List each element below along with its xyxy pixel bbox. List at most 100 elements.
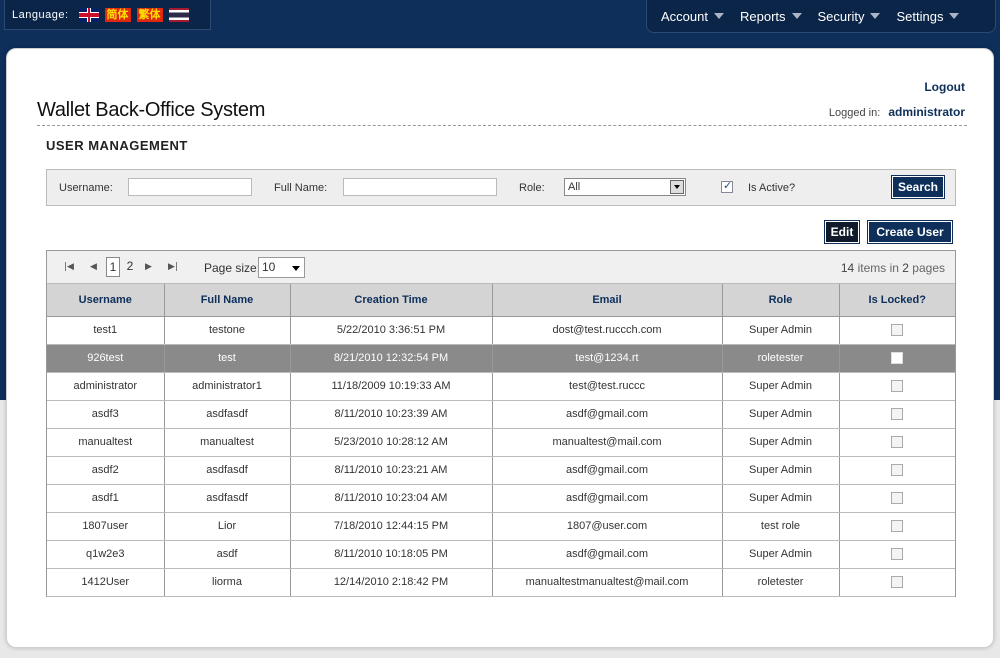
nav-account-label: Account <box>661 8 708 24</box>
table-row[interactable]: q1w2e3 asdf 8/11/2010 10:18:05 PM asdf@gmai… <box>47 540 955 569</box>
col-username[interactable]: Username <box>47 284 165 317</box>
cell-username: asdf3 <box>47 400 165 429</box>
search-button[interactable]: Search <box>891 175 945 199</box>
cell-full-name: asdf <box>164 540 291 569</box>
english-flag-icon[interactable] <box>78 7 99 22</box>
cell-email: asdf@gmail.com <box>492 484 723 513</box>
page-1-link[interactable]: 1 <box>106 257 120 277</box>
page-2-link[interactable]: 2 <box>125 257 135 277</box>
top-nav: Account Reports Security Settings <box>646 0 996 33</box>
nav-account[interactable]: Account <box>661 9 724 24</box>
cell-email: manualtest@mail.com <box>492 428 723 457</box>
cell-email: test@test.ruccc <box>492 372 723 401</box>
next-page-icon[interactable]: ▶ <box>145 262 155 272</box>
first-page-icon[interactable]: |◀ <box>64 262 74 272</box>
cell-full-name: manualtest <box>164 428 291 457</box>
nav-settings[interactable]: Settings <box>896 8 960 24</box>
page-size-select[interactable]: 10 <box>258 257 305 278</box>
create-user-button[interactable]: Create User <box>867 220 953 244</box>
is-locked-checkbox[interactable] <box>891 576 904 589</box>
is-locked-checkbox[interactable] <box>891 464 904 477</box>
cell-creation-time: 12/14/2010 2:18:42 PM <box>290 568 493 597</box>
is-locked-checkbox[interactable] <box>891 548 904 561</box>
is-locked-checkbox[interactable] <box>891 492 904 505</box>
cell-username: 1412User <box>47 568 165 597</box>
cell-username: asdf1 <box>47 484 165 513</box>
users-grid: |◀ ◀ 1 2 ▶ ▶| Page size: 10 14 items in … <box>46 250 956 597</box>
cell-role: roletester <box>722 344 840 373</box>
cell-is-locked <box>839 456 955 485</box>
cell-full-name: testone <box>164 316 291 345</box>
logged-in-user[interactable]: administrator <box>888 105 965 119</box>
language-bar: Language: 简体 繁体 <box>4 0 211 30</box>
logged-in-label: Logged in: <box>828 107 881 119</box>
is-locked-checkbox[interactable] <box>891 408 904 421</box>
table-row[interactable]: asdf3 asdfasdf 8/11/2010 10:23:39 AM asdf@g… <box>47 400 955 429</box>
cell-email: asdf@gmail.com <box>492 400 723 429</box>
nav-reports[interactable]: Reports <box>740 9 802 24</box>
pager-info: 14 items in 2 pages <box>841 261 945 275</box>
col-full-name[interactable]: Full Name <box>164 284 291 317</box>
total-pages: 2 <box>902 261 909 275</box>
is-locked-checkbox[interactable] <box>891 324 904 337</box>
table-row[interactable]: test1 testone 5/22/2010 3:36:51 PM dost@tes… <box>47 316 955 345</box>
col-email[interactable]: Email <box>492 284 723 317</box>
search-panel: Username: Full Name: Role: All Is Active… <box>46 169 956 206</box>
cell-creation-time: 8/11/2010 10:23:21 AM <box>290 456 493 485</box>
is-active-checkbox[interactable] <box>721 179 733 193</box>
table-row[interactable]: 926test test 8/21/2010 12:32:54 PM test@123… <box>47 344 955 373</box>
cell-role: Super Admin <box>722 428 840 457</box>
fullname-input[interactable] <box>343 178 497 196</box>
col-is-locked[interactable]: Is Locked? <box>839 284 955 317</box>
cell-email: 1807@user.com <box>492 512 723 541</box>
cell-email: test@1234.rt <box>492 344 723 373</box>
table-row[interactable]: asdf2 asdfasdf 8/11/2010 10:23:21 AM asdf@g… <box>47 456 955 485</box>
cell-is-locked <box>839 428 955 457</box>
table-header-row: Username Full Name Creation Time Email R… <box>47 284 955 317</box>
cell-username: q1w2e3 <box>47 540 165 569</box>
table-row[interactable]: 1412User liorma 12/14/2010 2:18:42 PM manua… <box>47 568 955 597</box>
is-locked-checkbox[interactable] <box>891 380 904 393</box>
nav-settings-label: Settings <box>896 8 944 24</box>
table-row[interactable]: manualtest manualtest 5/23/2010 10:28:12 A… <box>47 428 955 457</box>
cell-username: administrator <box>47 372 165 401</box>
role-label: Role: <box>519 182 545 194</box>
page-size-value: 10 <box>262 260 276 274</box>
nav-security[interactable]: Security <box>818 9 881 24</box>
cell-role: Super Admin <box>722 540 840 569</box>
is-locked-checkbox[interactable] <box>891 520 904 533</box>
page-size-label: Page size: <box>204 261 261 275</box>
thai-flag-icon[interactable] <box>168 7 189 22</box>
last-page-icon[interactable]: ▶| <box>168 262 178 272</box>
chevron-down-icon[interactable] <box>670 180 684 194</box>
nav-reports-label: Reports <box>739 8 786 24</box>
traditional-chinese-flag-icon[interactable]: 繁体 <box>136 7 163 22</box>
logout-link[interactable]: Logout <box>924 80 965 94</box>
cell-creation-time: 5/23/2010 10:28:12 AM <box>290 428 493 457</box>
cell-full-name: asdfasdf <box>164 400 291 429</box>
table-row[interactable]: 1807user Lior 7/18/2010 12:44:15 PM 1807@us… <box>47 512 955 541</box>
table-row[interactable]: asdf1 asdfasdf 8/11/2010 10:23:04 AM asdf@g… <box>47 484 955 513</box>
prev-page-icon[interactable]: ◀ <box>90 262 100 272</box>
edit-button[interactable]: Edit <box>824 220 860 244</box>
cell-creation-time: 8/11/2010 10:23:04 AM <box>290 484 493 513</box>
col-role[interactable]: Role <box>722 284 840 317</box>
is-active-label: Is Active? <box>748 182 796 194</box>
simplified-chinese-flag-icon[interactable]: 简体 <box>104 7 131 22</box>
cell-username: asdf2 <box>47 456 165 485</box>
role-select[interactable]: All <box>564 178 686 196</box>
total-items: 14 <box>840 261 855 275</box>
cell-username: test1 <box>47 316 165 345</box>
is-locked-checkbox[interactable] <box>891 436 904 449</box>
cell-full-name: test <box>164 344 291 373</box>
username-input[interactable] <box>128 178 252 196</box>
title-divider <box>37 125 967 126</box>
fullname-label: Full Name: <box>274 182 328 194</box>
username-label: Username: <box>59 182 113 194</box>
main-panel: Logout Wallet Back-Office System Logged … <box>6 48 994 648</box>
cell-role: Super Admin <box>722 400 840 429</box>
language-label: Language: <box>12 8 69 21</box>
table-row[interactable]: administrator administrator1 11/18/2009 10… <box>47 372 955 401</box>
is-locked-checkbox[interactable] <box>891 352 904 365</box>
col-creation-time[interactable]: Creation Time <box>290 284 493 317</box>
